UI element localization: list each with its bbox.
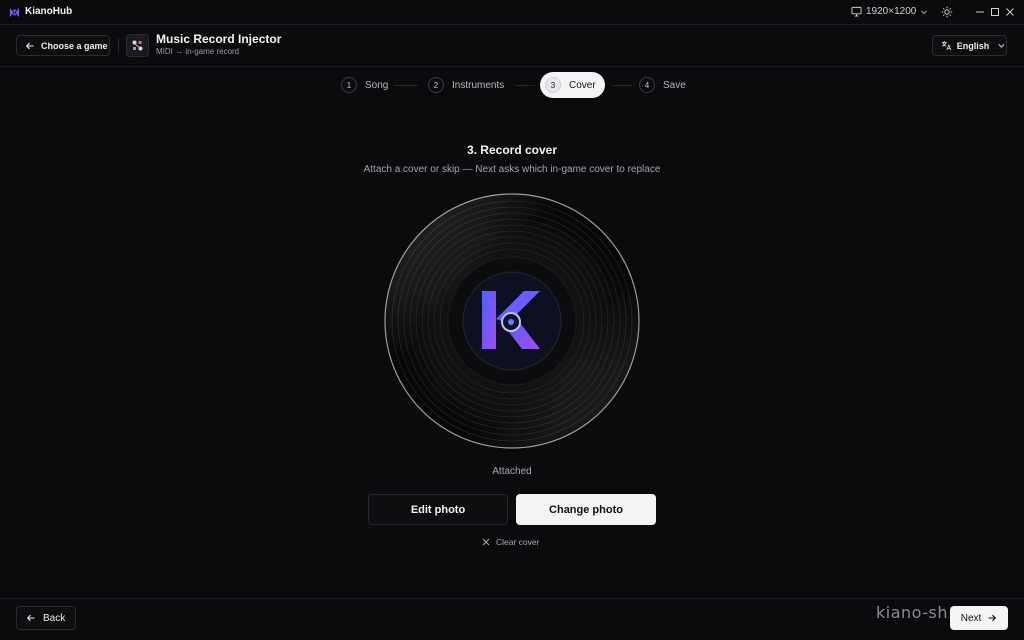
step-label: Save xyxy=(663,79,686,91)
back-button[interactable]: Back xyxy=(16,606,76,630)
step-number: 1 xyxy=(341,77,357,93)
resolution-label: 1920×1200 xyxy=(866,6,917,17)
change-photo-button[interactable]: Change photo xyxy=(516,494,656,525)
edit-photo-button[interactable]: Edit photo xyxy=(368,494,508,525)
vinyl-record-cover xyxy=(384,193,640,449)
back-label: Back xyxy=(43,612,66,624)
arrow-right-icon xyxy=(988,614,997,622)
app-name: KianoHub xyxy=(25,6,73,17)
language-label: English xyxy=(956,40,990,51)
close-icon[interactable] xyxy=(1002,4,1018,20)
language-selector[interactable]: English xyxy=(932,35,1007,56)
next-button[interactable]: Next xyxy=(950,606,1008,630)
step-number: 3 xyxy=(545,77,561,93)
maximize-icon[interactable] xyxy=(987,4,1003,20)
footer-divider xyxy=(0,598,1024,599)
title-bar: KianoHub 1920×1200 xyxy=(0,0,1024,25)
arrow-left-icon xyxy=(25,42,34,49)
step-song[interactable]: 1 Song xyxy=(341,72,388,98)
step-save[interactable]: 4 Save xyxy=(639,72,686,98)
step-number: 4 xyxy=(639,77,655,93)
x-icon xyxy=(482,538,490,546)
step-connector xyxy=(394,85,418,86)
step-cover[interactable]: 3 Cover xyxy=(540,72,605,98)
step-number: 2 xyxy=(428,77,444,93)
step-instruments[interactable]: 2 Instruments xyxy=(428,72,504,98)
kianohub-logo-icon xyxy=(9,7,20,18)
choose-game-button[interactable]: Choose a game xyxy=(16,35,110,56)
header-divider xyxy=(118,38,119,53)
sun-icon[interactable] xyxy=(941,6,953,18)
clear-cover-label: Clear cover xyxy=(496,537,540,547)
section-description: Attach a cover or skip — Next asks which… xyxy=(363,164,661,175)
next-label: Next xyxy=(960,612,982,624)
minimize-icon[interactable] xyxy=(972,4,988,20)
chevron-down-icon xyxy=(998,44,1005,48)
step-connector xyxy=(612,85,632,86)
step-label: Instruments xyxy=(452,79,505,91)
watermark: kiano-sh xyxy=(876,603,948,622)
clear-cover-button[interactable]: Clear cover xyxy=(482,537,539,547)
monitor-icon xyxy=(851,6,862,17)
tool-subtitle: MIDI → in-game record xyxy=(156,47,240,56)
header: Choose a game Music Record Injector MIDI… xyxy=(0,25,1024,67)
arrow-left-icon xyxy=(26,614,35,622)
step-label: Song xyxy=(365,79,389,91)
section-title: 3. Record cover xyxy=(466,143,558,157)
stepper: 1 Song 2 Instruments 3 Cover 4 Save xyxy=(0,72,1024,98)
step-label: Cover xyxy=(569,79,596,91)
tool-title: Music Record Injector xyxy=(156,32,282,46)
step-connector xyxy=(515,85,535,86)
resolution-selector[interactable]: 1920×1200 xyxy=(851,6,928,17)
tool-icon xyxy=(126,34,149,57)
record-tool-icon xyxy=(132,40,143,51)
cover-status: Attached xyxy=(492,466,532,477)
choose-game-label: Choose a game xyxy=(41,40,108,51)
chevron-down-icon xyxy=(921,10,928,14)
translate-icon xyxy=(941,41,952,51)
